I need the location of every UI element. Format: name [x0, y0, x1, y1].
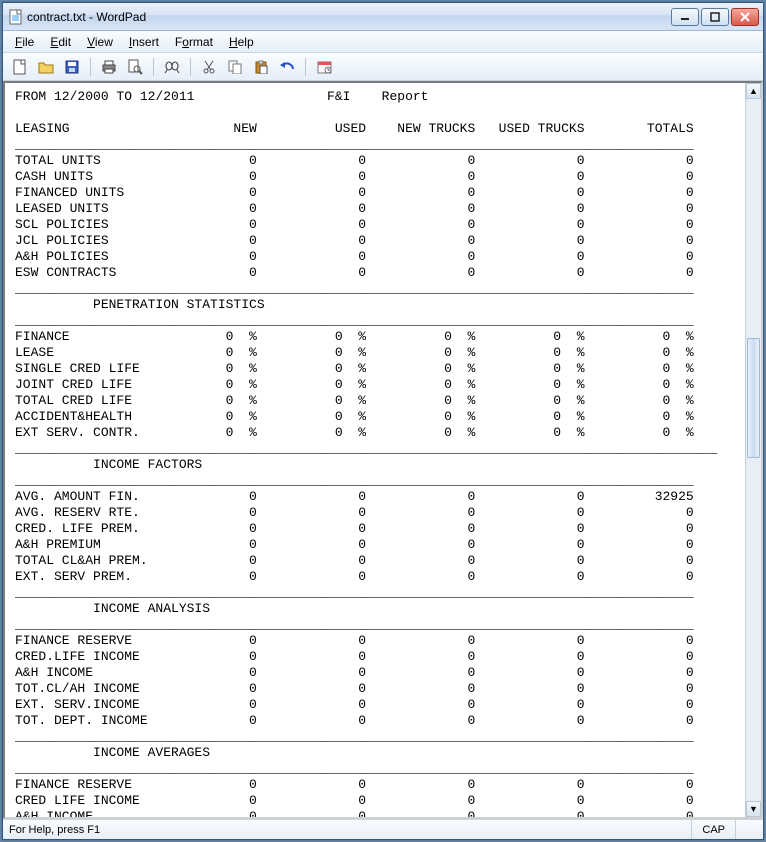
- toolbar-separator: [190, 58, 191, 76]
- status-cap: CAP: [691, 820, 735, 839]
- scroll-thumb[interactable]: [747, 338, 760, 458]
- scroll-down-arrow[interactable]: ▼: [746, 801, 761, 817]
- new-file-button[interactable]: [9, 56, 31, 78]
- toolbar: [3, 53, 763, 81]
- scroll-track[interactable]: [746, 100, 761, 800]
- statusbar: For Help, press F1 CAP: [3, 819, 763, 839]
- maximize-button[interactable]: [701, 8, 729, 26]
- status-empty: [735, 820, 757, 839]
- toolbar-separator: [153, 58, 154, 76]
- vertical-scrollbar[interactable]: ▲ ▼: [745, 83, 761, 817]
- cut-button[interactable]: [198, 56, 220, 78]
- menu-file[interactable]: File: [7, 33, 42, 51]
- toolbar-separator: [305, 58, 306, 76]
- document-icon: [9, 9, 23, 25]
- titlebar[interactable]: contract.txt - WordPad: [3, 3, 763, 31]
- minimize-button[interactable]: [671, 8, 699, 26]
- menu-format[interactable]: Format: [167, 33, 221, 51]
- datetime-button[interactable]: [313, 56, 335, 78]
- save-button[interactable]: [61, 56, 83, 78]
- copy-button[interactable]: [224, 56, 246, 78]
- find-button[interactable]: [161, 56, 183, 78]
- editor-host: FROM 12/2000 TO 12/2011 F&I Report LEASI…: [3, 81, 763, 819]
- paste-button[interactable]: [250, 56, 272, 78]
- menu-insert[interactable]: Insert: [121, 33, 167, 51]
- document-text[interactable]: FROM 12/2000 TO 12/2011 F&I Report LEASI…: [5, 83, 745, 817]
- print-preview-button[interactable]: [124, 56, 146, 78]
- menu-help[interactable]: Help: [221, 33, 262, 51]
- undo-button[interactable]: [276, 56, 298, 78]
- window-title: contract.txt - WordPad: [27, 10, 671, 24]
- open-file-button[interactable]: [35, 56, 57, 78]
- toolbar-separator: [90, 58, 91, 76]
- app-window: contract.txt - WordPad File Edit View In…: [2, 2, 764, 840]
- close-button[interactable]: [731, 8, 759, 26]
- menubar: File Edit View Insert Format Help: [3, 31, 763, 53]
- print-button[interactable]: [98, 56, 120, 78]
- menu-view[interactable]: View: [79, 33, 121, 51]
- menu-edit[interactable]: Edit: [42, 33, 79, 51]
- scroll-up-arrow[interactable]: ▲: [746, 83, 761, 99]
- status-help: For Help, press F1: [9, 824, 691, 836]
